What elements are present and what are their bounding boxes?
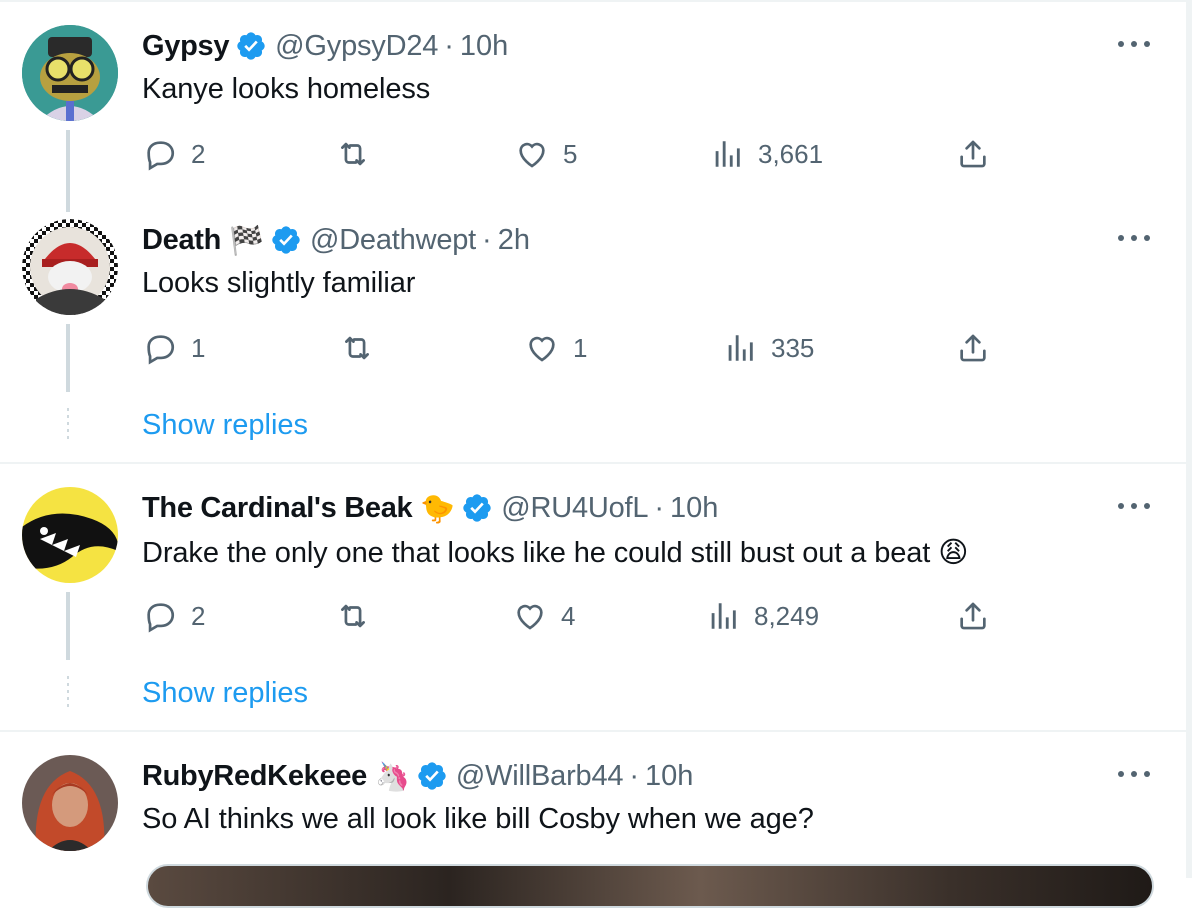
retweet-icon [341, 604, 365, 628]
verified-badge-icon [461, 492, 493, 524]
reply-button[interactable]: 2 [143, 599, 205, 633]
show-replies-link[interactable]: Show replies [142, 677, 308, 710]
user-handle[interactable]: @GypsyD24 [275, 30, 438, 63]
share-button[interactable] [956, 599, 990, 633]
reply-icon [147, 141, 175, 171]
share-button[interactable] [956, 137, 990, 171]
baby-chick-emoji: 🐤 [420, 492, 456, 524]
more-icon[interactable] [1118, 235, 1150, 245]
frame-right-border [1186, 0, 1192, 878]
more-icon[interactable] [1118, 503, 1150, 513]
reply-button[interactable]: 1 [143, 331, 205, 365]
tweet-text: So AI thinks we all look like bill Cosby… [142, 803, 814, 835]
reply-button[interactable]: 2 [143, 137, 205, 171]
like-button[interactable]: 1 [525, 331, 587, 365]
thread-dotted-line [67, 408, 69, 442]
view-count: 3,661 [758, 138, 824, 169]
tweet-text: Kanye looks homeless [142, 73, 431, 105]
timestamp[interactable]: 10h [460, 30, 508, 63]
unicorn-emoji: 🦄 [374, 760, 410, 792]
weary-face-emoji: 😩 [938, 537, 969, 569]
view-count: 335 [771, 332, 815, 363]
more-icon[interactable] [1118, 771, 1150, 781]
user-handle[interactable]: @RU4UofL [501, 492, 648, 525]
reply-icon [147, 603, 175, 633]
tweet-media-image[interactable] [146, 864, 1154, 908]
reply-icon [147, 335, 175, 365]
separator-dot: · [482, 223, 492, 256]
frame-top-border [0, 0, 1192, 2]
tweet-text: Looks slightly familiar [142, 267, 416, 299]
avatar-gypsy[interactable] [22, 25, 118, 121]
share-button[interactable] [956, 331, 990, 365]
reply-count: 2 [191, 138, 206, 169]
like-icon [517, 604, 543, 630]
thread-divider [0, 730, 1186, 732]
thread-connector-line [66, 130, 70, 212]
avatar-death[interactable] [22, 219, 118, 315]
thread-dotted-line [67, 676, 69, 710]
verified-badge-icon [235, 30, 267, 62]
cardinal-logo-avatar-image [22, 487, 118, 583]
retweet-icon [341, 142, 365, 166]
photo-avatar-image [22, 755, 118, 851]
views-icon [715, 141, 740, 167]
reply-count: 2 [191, 600, 206, 631]
like-button[interactable]: 5 [515, 137, 577, 171]
tweet-text-body: Drake the only one that looks like he co… [142, 537, 931, 569]
separator-dot: · [629, 759, 639, 792]
display-name[interactable]: Gypsy [142, 30, 229, 63]
display-name[interactable]: RubyRedKekeee [142, 760, 367, 793]
like-icon [519, 142, 545, 168]
timestamp[interactable]: 2h [498, 224, 530, 257]
share-icon [960, 602, 986, 630]
like-count: 5 [563, 138, 578, 169]
display-name[interactable]: The Cardinal's Beak [142, 492, 413, 525]
tweet-text: Drake the only one that looks like he co… [142, 535, 968, 570]
view-count: 8,249 [754, 600, 820, 631]
tweet-header: Gypsy @GypsyD24 · 10h [142, 28, 508, 64]
show-replies-link[interactable]: Show replies [142, 409, 308, 442]
views-button[interactable]: 335 [723, 331, 814, 365]
tweet-header: RubyRedKekeee 🦄 @WillBarb44 · 10h [142, 758, 693, 794]
share-icon [960, 140, 986, 168]
verified-badge-icon [416, 760, 448, 792]
more-icon[interactable] [1118, 41, 1150, 51]
timestamp[interactable]: 10h [670, 492, 718, 525]
views-button[interactable]: 8,249 [706, 599, 819, 633]
retweet-button[interactable] [340, 331, 374, 365]
like-count: 1 [573, 332, 588, 363]
red-beanie-avatar-image [22, 219, 118, 315]
reply-count: 1 [191, 332, 206, 363]
views-icon [728, 335, 753, 361]
separator-dot: · [654, 491, 665, 524]
tweet-header: Death 🏁 @Deathwept · 2h [142, 222, 530, 258]
views-icon [711, 603, 736, 629]
retweet-button[interactable] [336, 137, 370, 171]
retweet-icon [345, 336, 369, 360]
cartoon-avatar-image [22, 25, 118, 121]
checkered-flag-emoji: 🏁 [229, 224, 264, 256]
user-handle[interactable]: @Deathwept [310, 224, 476, 257]
display-name[interactable]: Death [142, 224, 221, 257]
share-icon [960, 334, 986, 362]
avatar-rubyredkekeee[interactable] [22, 755, 118, 851]
user-handle[interactable]: @WillBarb44 [456, 760, 624, 793]
timestamp[interactable]: 10h [645, 760, 693, 793]
retweet-button[interactable] [336, 599, 370, 633]
like-count: 4 [561, 600, 576, 631]
tweet-header: The Cardinal's Beak 🐤 @RU4UofL · 10h [142, 490, 718, 526]
thread-divider [0, 462, 1186, 464]
avatar-cardinals-beak[interactable] [22, 487, 118, 583]
separator-dot: · [444, 29, 454, 62]
views-button[interactable]: 3,661 [710, 137, 823, 171]
thread-connector-line [66, 592, 70, 660]
verified-badge-icon [270, 224, 302, 256]
like-button[interactable]: 4 [513, 599, 575, 633]
thread-connector-line [66, 324, 70, 392]
like-icon [529, 336, 555, 362]
